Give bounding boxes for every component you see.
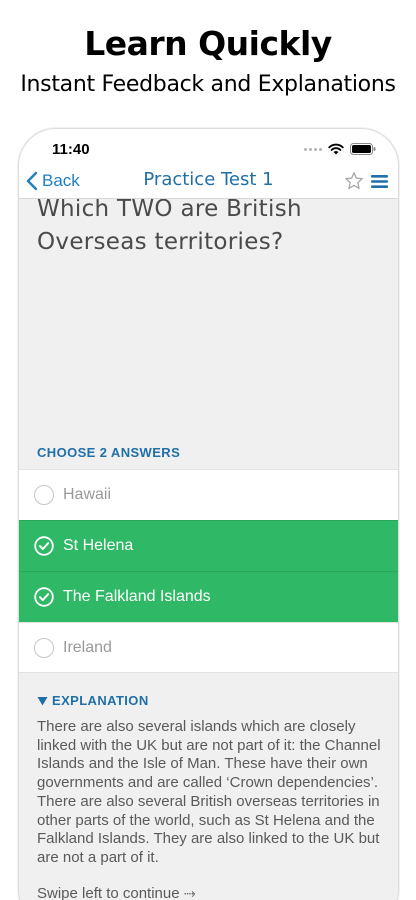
signal-dots-icon	[304, 147, 322, 151]
explanation-header: EXPLANATION	[52, 693, 149, 708]
check-circle-icon	[34, 536, 54, 556]
answers-header: CHOOSE 2 ANSWERS	[37, 445, 181, 460]
phone-frame: 11:40 Back Practice Test 1 Which TWO are…	[18, 128, 399, 900]
radio-empty-icon	[34, 637, 54, 658]
answer-option-selected[interactable]: The Falkland Islands	[19, 571, 398, 622]
triangle-down-icon	[37, 696, 48, 705]
answer-label: The Falkland Islands	[63, 588, 211, 605]
battery-icon	[350, 143, 376, 155]
answer-label: Hawaii	[63, 486, 112, 503]
answer-option[interactable]: Ireland	[19, 622, 398, 673]
menu-icon[interactable]	[371, 174, 388, 189]
answer-option[interactable]: Hawaii	[19, 469, 398, 520]
promo-subtitle: Instant Feedback and Explanations	[20, 72, 396, 97]
answer-label: St Helena	[63, 537, 134, 554]
swipe-hint: Swipe left to continue ⤑	[37, 885, 196, 900]
question-text: Which TWO are British Overseas territori…	[37, 199, 302, 255]
answer-option-selected[interactable]: St Helena	[19, 520, 398, 571]
promo-title: Learn Quickly	[84, 24, 332, 63]
status-icons	[304, 143, 376, 155]
status-time: 11:40	[52, 141, 90, 158]
nav-bar: Back Practice Test 1	[19, 167, 398, 199]
answer-label: Ireland	[63, 638, 112, 656]
question-content: Which TWO are British Overseas territori…	[19, 199, 398, 900]
explanation-toggle[interactable]: EXPLANATION	[37, 693, 149, 708]
check-circle-icon	[34, 587, 54, 607]
star-icon[interactable]	[344, 171, 364, 191]
status-bar: 11:40	[19, 129, 398, 167]
promo-header: Learn Quickly Instant Feedback and Expla…	[0, 0, 416, 130]
explanation-text: There are also several islands which are…	[37, 718, 381, 866]
wifi-icon	[328, 143, 344, 155]
answer-list: Hawaii St Helena The Falkland Islands Ir…	[19, 469, 398, 673]
radio-empty-icon	[34, 485, 54, 505]
page-title: Practice Test 1	[143, 169, 274, 190]
